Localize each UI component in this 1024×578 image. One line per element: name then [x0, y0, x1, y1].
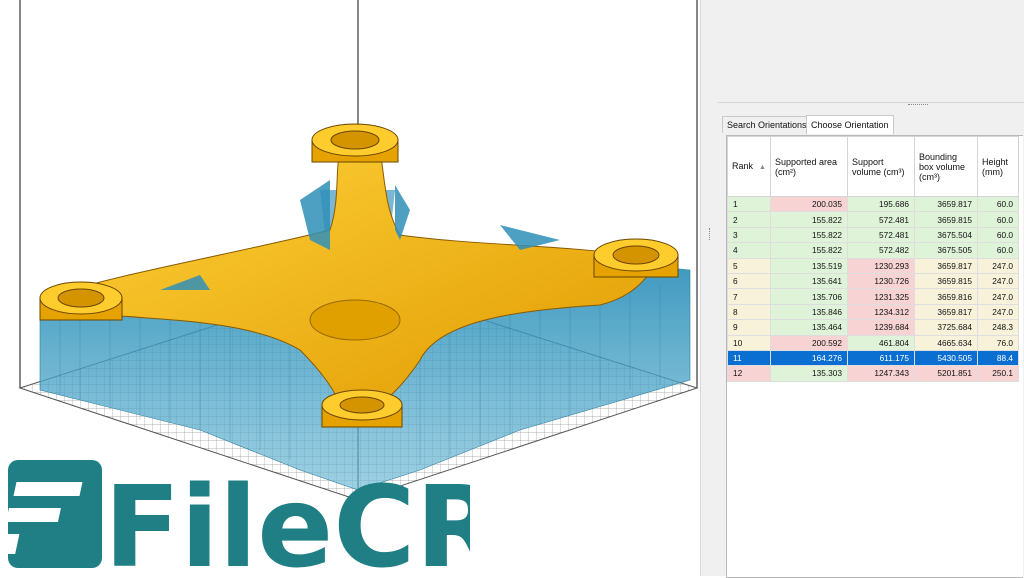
orientation-table-body: 1 200.035 195.686 3659.817 60.0 2 155.822 572.4… [727, 195, 1019, 382]
part-boss-bottom [321, 389, 403, 428]
table-cell-volume: 572.482 [847, 242, 915, 259]
table-cell-rank: 10 [727, 334, 771, 351]
right-panel: Search Orientations Choose Orientation R… [718, 0, 1024, 578]
panel-splitter[interactable] [700, 0, 719, 576]
table-cell-bbox: 4665.634 [914, 334, 978, 351]
table-cell-height: 76.0 [977, 334, 1019, 351]
table-cell-bbox: 5430.505 [914, 349, 978, 367]
table-cell-height: 60.0 [977, 195, 1019, 213]
table-cell-area: 135.706 [770, 288, 848, 305]
table-cell-rank: 4 [727, 242, 771, 259]
table-cell-rank: 2 [727, 211, 771, 228]
table-cell-area: 135.519 [770, 257, 848, 274]
splitter-grip-icon [709, 228, 712, 240]
column-header-support-volume[interactable]: Support volume (cm³) [847, 136, 915, 197]
table-cell-rank: 6 [727, 272, 771, 290]
table-cell-rank: 12 [727, 365, 771, 382]
table-cell-area: 164.276 [770, 349, 848, 367]
table-cell-height: 247.0 [977, 272, 1019, 290]
table-cell-rank: 1 [727, 195, 771, 213]
table-row[interactable]: 12 135.303 1247.343 5201.851 250.1 [727, 365, 1019, 382]
table-cell-rank: 11 [727, 349, 771, 367]
orientation-table: Rank ▲ Supported area (cm²) Support volum… [727, 136, 1019, 382]
table-cell-rank: 8 [727, 303, 771, 321]
table-row[interactable]: 1 200.035 195.686 3659.817 60.0 [727, 195, 1019, 213]
table-cell-volume: 1234.312 [847, 303, 915, 321]
table-row[interactable]: 4 155.822 572.482 3675.505 60.0 [727, 242, 1019, 259]
table-row[interactable]: 11 164.276 611.175 5430.505 88.4 [727, 349, 1019, 367]
column-header-rank[interactable]: Rank ▲ [727, 136, 771, 197]
table-cell-volume: 572.481 [847, 226, 915, 244]
table-cell-area: 200.035 [770, 195, 848, 213]
table-cell-area: 135.303 [770, 365, 848, 382]
table-cell-bbox: 3659.817 [914, 257, 978, 274]
tab-choose-orientation[interactable]: Choose Orientation [806, 115, 894, 134]
column-header-rank-label: Rank [732, 160, 754, 171]
table-cell-height: 247.0 [977, 257, 1019, 274]
orientation-table-container: Rank ▲ Supported area (cm²) Support volum… [726, 135, 1023, 578]
table-cell-area: 135.846 [770, 303, 848, 321]
column-header-height[interactable]: Height (mm) [977, 136, 1019, 197]
table-cell-area: 135.464 [770, 319, 848, 336]
table-cell-height: 88.4 [977, 349, 1019, 367]
table-cell-height: 60.0 [977, 242, 1019, 259]
table-cell-height: 248.3 [977, 319, 1019, 336]
table-cell-height: 247.0 [977, 288, 1019, 305]
panel-top-area [718, 0, 1024, 105]
table-cell-bbox: 3675.504 [914, 226, 978, 244]
table-row[interactable]: 10 200.592 461.804 4665.634 76.0 [727, 334, 1019, 351]
table-cell-height: 247.0 [977, 303, 1019, 321]
table-cell-height: 250.1 [977, 365, 1019, 382]
table-row[interactable]: 7 135.706 1231.325 3659.816 247.0 [727, 288, 1019, 305]
table-cell-volume: 572.481 [847, 211, 915, 228]
horizontal-splitter-grip-icon[interactable] [908, 104, 928, 105]
table-cell-rank: 7 [727, 288, 771, 305]
table-cell-bbox: 3659.815 [914, 272, 978, 290]
part-boss-left [39, 281, 123, 321]
column-header-bbox-volume[interactable]: Bounding box volume (cm³) [914, 136, 978, 197]
part-boss-right [593, 238, 679, 278]
table-cell-bbox: 3659.815 [914, 211, 978, 228]
table-cell-volume: 1239.684 [847, 319, 915, 336]
table-cell-bbox: 3675.505 [914, 242, 978, 259]
table-cell-bbox: 3659.817 [914, 303, 978, 321]
table-cell-volume: 611.175 [847, 349, 915, 367]
table-cell-volume: 1247.343 [847, 365, 915, 382]
table-row[interactable]: 2 155.822 572.481 3659.815 60.0 [727, 211, 1019, 228]
table-cell-area: 155.822 [770, 211, 848, 228]
sort-ascending-icon: ▲ [759, 163, 766, 171]
table-cell-volume: 1230.726 [847, 272, 915, 290]
table-cell-height: 60.0 [977, 211, 1019, 228]
table-row[interactable]: 8 135.846 1234.312 3659.817 247.0 [727, 303, 1019, 321]
table-row[interactable]: 6 135.641 1230.726 3659.815 247.0 [727, 272, 1019, 290]
table-cell-bbox: 3659.817 [914, 195, 978, 213]
filecr-watermark-logo: FileCR [0, 460, 470, 576]
table-cell-height: 60.0 [977, 226, 1019, 244]
column-header-supported-area[interactable]: Supported area (cm²) [770, 136, 848, 197]
tab-search-orientations[interactable]: Search Orientations [722, 116, 812, 133]
table-cell-bbox: 3725.684 [914, 319, 978, 336]
table-cell-volume: 1230.293 [847, 257, 915, 274]
part-boss-top [311, 123, 399, 163]
table-cell-volume: 461.804 [847, 334, 915, 351]
table-cell-area: 155.822 [770, 226, 848, 244]
table-row[interactable]: 5 135.519 1230.293 3659.817 247.0 [727, 257, 1019, 274]
table-cell-rank: 5 [727, 257, 771, 274]
table-cell-area: 200.592 [770, 334, 848, 351]
table-cell-rank: 9 [727, 319, 771, 336]
table-row[interactable]: 9 135.464 1239.684 3725.684 248.3 [727, 319, 1019, 336]
table-cell-volume: 1231.325 [847, 288, 915, 305]
table-cell-bbox: 5201.851 [914, 365, 978, 382]
watermark-text: FileCR [104, 463, 470, 576]
table-cell-area: 155.822 [770, 242, 848, 259]
table-cell-volume: 195.686 [847, 195, 915, 213]
table-cell-rank: 3 [727, 226, 771, 244]
table-cell-area: 135.641 [770, 272, 848, 290]
table-cell-bbox: 3659.816 [914, 288, 978, 305]
table-row[interactable]: 3 155.822 572.481 3675.504 60.0 [727, 226, 1019, 244]
